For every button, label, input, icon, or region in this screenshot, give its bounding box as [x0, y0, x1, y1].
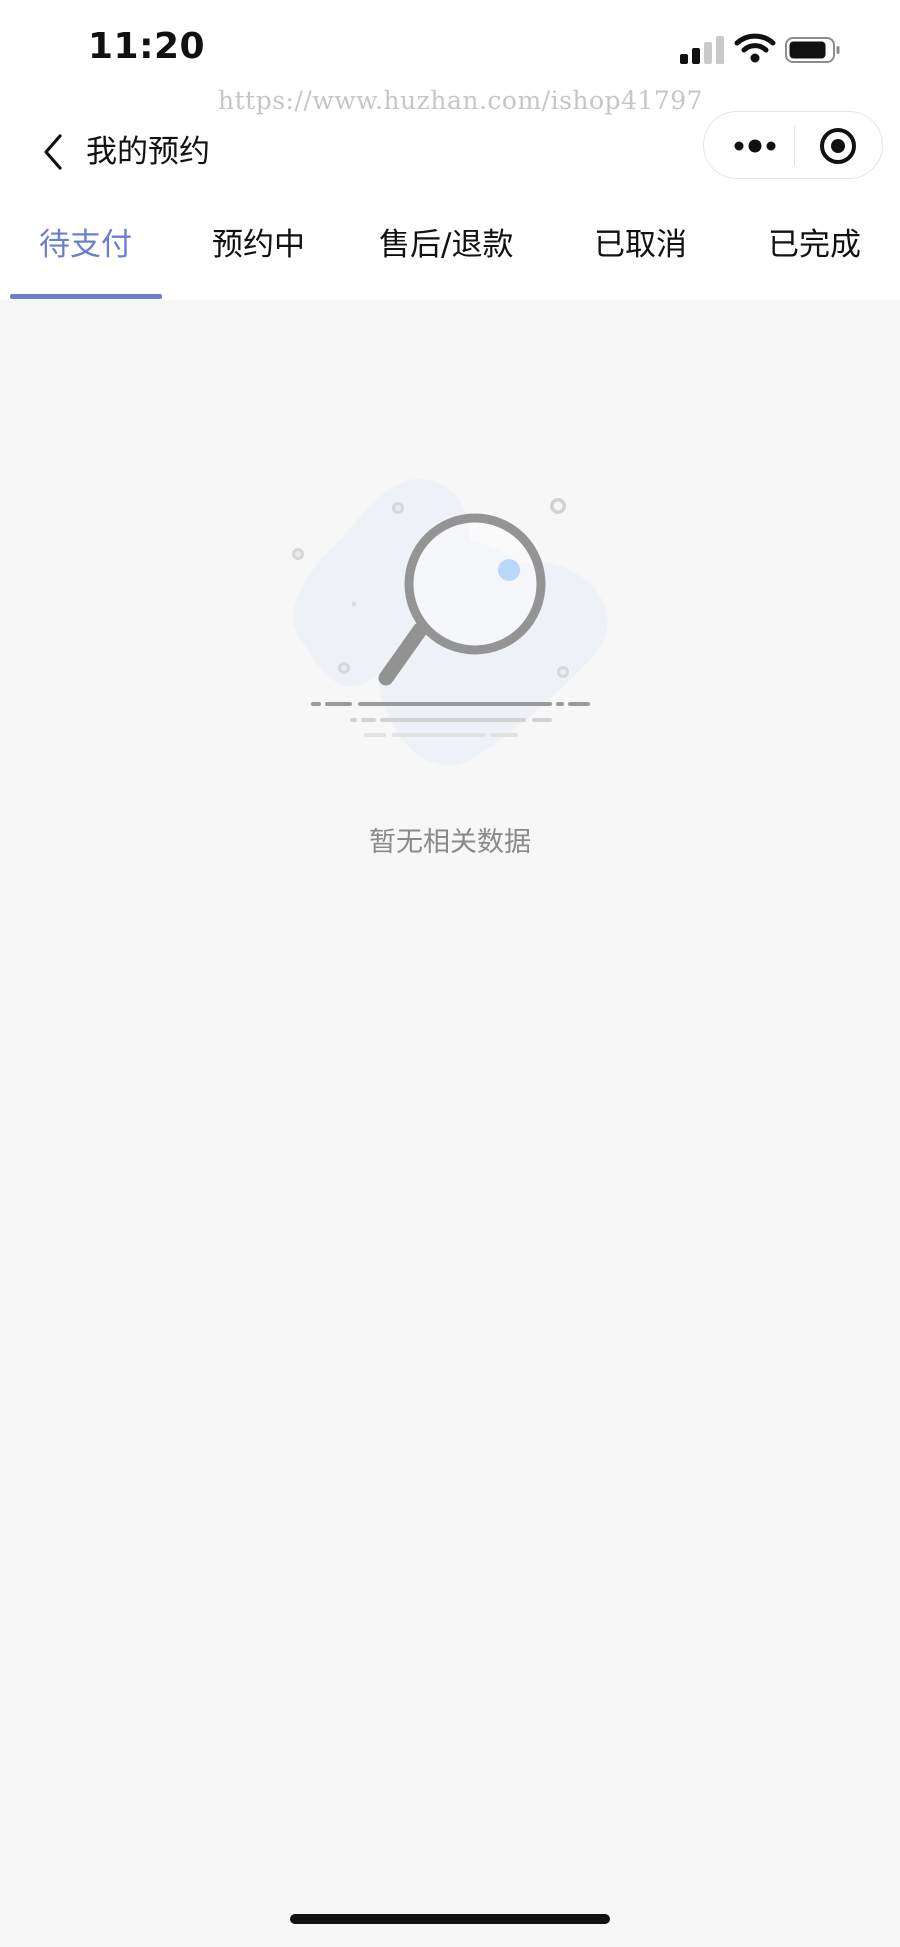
wifi-icon: [734, 33, 776, 63]
tab-completed[interactable]: 已完成: [768, 220, 861, 270]
tab-booking[interactable]: 预约中: [212, 220, 305, 270]
more-dots-icon[interactable]: [726, 129, 786, 163]
tab-active-indicator: [10, 294, 162, 299]
battery-icon: [785, 37, 840, 63]
target-icon[interactable]: [818, 126, 858, 166]
miniprogram-capsule: [703, 111, 883, 179]
tab-pending-payment[interactable]: 待支付: [39, 220, 132, 270]
capsule-divider: [794, 126, 795, 166]
page-title: 我的预约: [86, 134, 210, 170]
empty-state-text: 暂无相关数据: [369, 827, 531, 858]
chevron-left-icon[interactable]: [38, 130, 70, 174]
signal-icon: [680, 34, 724, 64]
tab-after-sales-refund[interactable]: 售后/退款: [379, 220, 513, 270]
watermark-text: https://www.huzhan.com/ishop41797: [218, 86, 704, 115]
status-time: 11:20: [88, 26, 206, 67]
home-indicator[interactable]: [290, 1914, 610, 1924]
magnifier-illustration: [292, 478, 608, 766]
tab-bar: 待支付 预约中 售后/退款 已取消 已完成: [0, 210, 900, 300]
tab-cancelled[interactable]: 已取消: [594, 220, 687, 270]
